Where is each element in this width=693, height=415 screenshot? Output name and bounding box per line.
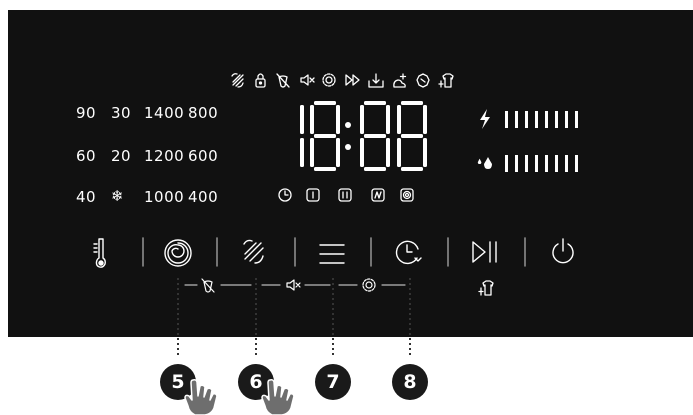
stain-off-icon	[276, 73, 290, 88]
energy-bar-8	[575, 111, 578, 128]
temp-30-label: 30	[111, 104, 132, 122]
energy-bar-2	[515, 111, 518, 128]
spin-1400-label: 1400	[144, 104, 185, 122]
speed-button[interactable]	[243, 239, 264, 264]
water-drop-icon	[477, 157, 492, 169]
temp-90-label: 90	[76, 104, 97, 122]
callout-7: 7	[315, 364, 351, 400]
digit-4-segment-g	[401, 134, 423, 138]
digit-3-segment-g	[364, 134, 386, 138]
program-button[interactable]	[164, 239, 192, 267]
energy-bar-6	[555, 111, 558, 128]
spin-800-label: 800	[188, 104, 219, 122]
energy-bar-4	[535, 111, 538, 128]
spin-phase-icon	[371, 188, 385, 202]
water-level-indicator	[477, 155, 578, 172]
digit-3-segment-d	[364, 167, 386, 171]
options-button[interactable]	[319, 244, 345, 264]
steam-icon	[393, 73, 407, 88]
temp-20-label: 20	[111, 147, 132, 165]
speed-wash-icon	[231, 73, 244, 88]
status-icon-row	[231, 73, 454, 88]
digit-2-segment-b	[336, 105, 340, 134]
wash-phase-icon	[306, 188, 320, 202]
water-bar-5	[545, 155, 548, 172]
drum-clean-icon	[400, 188, 414, 202]
spin-600-label: 600	[188, 147, 219, 165]
anti-crease-icon	[416, 73, 430, 88]
hand-pointer-icon	[184, 379, 218, 415]
digit-2-segment-e	[310, 138, 314, 167]
temp-40-label: 40	[76, 188, 97, 206]
digit-2-segment-c	[336, 138, 340, 167]
mute-icon	[300, 74, 315, 86]
digit-3-segment-b	[386, 105, 390, 134]
digit-4-segment-e	[397, 138, 401, 167]
hand-pointer-icon	[261, 379, 295, 415]
delay-button[interactable]	[395, 240, 422, 265]
colon-dot-bottom	[345, 144, 351, 150]
digit-2-segment-d	[314, 167, 336, 171]
spin-1200-label: 1200	[144, 147, 185, 165]
energy-bar-1	[505, 111, 508, 128]
energy-bar-3	[525, 111, 528, 128]
power-button[interactable]	[552, 238, 574, 264]
digit-4-segment-a	[401, 101, 423, 105]
button-row	[93, 237, 574, 268]
spin-400-label: 400	[188, 188, 219, 206]
water-bar-8	[575, 155, 578, 172]
digit-2-segment-g	[314, 134, 336, 138]
energy-bar-7	[565, 111, 568, 128]
water-bar-3	[525, 155, 528, 172]
time-delay-icon	[278, 188, 292, 202]
spin-1000-label: 1000	[144, 188, 185, 206]
digit-4-segment-b	[423, 105, 427, 134]
cold-wash-icon: ❄	[111, 187, 125, 205]
digit-4-segment-c	[423, 138, 427, 167]
temperature-button[interactable]	[93, 238, 106, 268]
dry-option-icon	[478, 280, 494, 296]
temp-60-label: 60	[76, 147, 97, 165]
dry-icon	[438, 73, 454, 88]
digit-4-segment-d	[401, 167, 423, 171]
energy-level-indicator	[480, 109, 578, 129]
digit-1-segment-b	[300, 105, 304, 134]
callout-8: 8	[392, 364, 428, 400]
phase-icon-row	[278, 188, 414, 202]
water-bar-4	[535, 155, 538, 172]
digit-3-segment-c	[386, 138, 390, 167]
energy-bar-5	[545, 111, 548, 128]
rinse-hold-icon	[368, 73, 384, 88]
guide-lines	[177, 278, 411, 358]
time-display	[300, 101, 427, 171]
digit-4-segment-f	[397, 105, 401, 134]
digit-1-segment-c	[300, 138, 304, 167]
water-bar-1	[505, 155, 508, 172]
water-bar-2	[515, 155, 518, 172]
rinse-phase-icon	[338, 188, 352, 202]
water-bar-6	[555, 155, 558, 172]
lightning-icon	[480, 109, 490, 129]
water-bar-7	[565, 155, 568, 172]
digit-2-segment-f	[310, 105, 314, 134]
settings-icon	[322, 73, 336, 87]
digit-3-segment-e	[360, 138, 364, 167]
fast-forward-icon	[345, 74, 360, 86]
digit-3-segment-a	[364, 101, 386, 105]
colon-dot-top	[345, 122, 351, 128]
start-pause-button[interactable]	[472, 241, 497, 263]
digit-3-segment-f	[360, 105, 364, 134]
digit-2-segment-a	[314, 101, 336, 105]
door-lock-icon	[255, 73, 266, 88]
